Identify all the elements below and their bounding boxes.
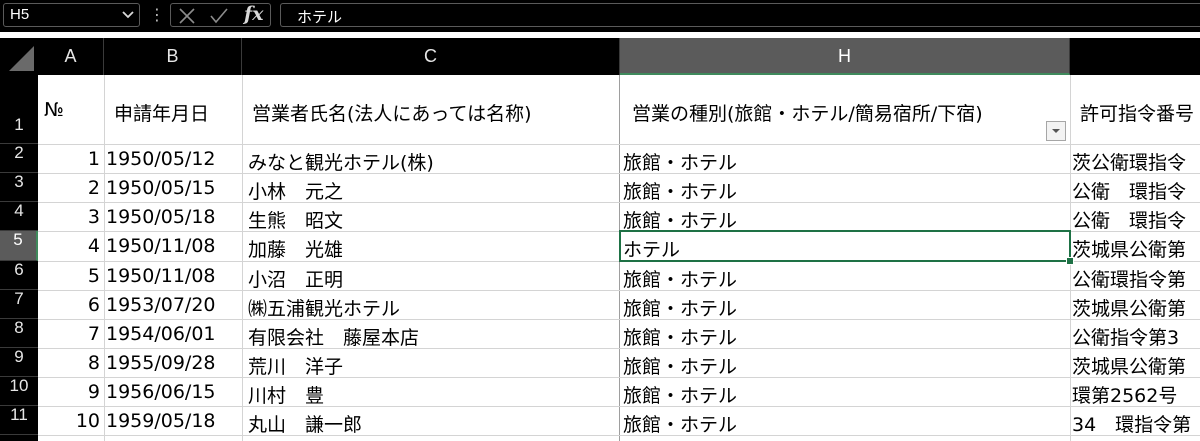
- cell-i2[interactable]: 茨公衛環指令: [1072, 148, 1200, 175]
- cell-b8[interactable]: 1954/06/01: [106, 323, 242, 345]
- row-header-6[interactable]: 6: [0, 261, 38, 290]
- row-header-4[interactable]: 4: [0, 202, 38, 231]
- cell-a3[interactable]: 2: [38, 177, 100, 199]
- name-box[interactable]: H5: [3, 3, 140, 27]
- cell-b9[interactable]: 1955/09/28: [106, 352, 242, 374]
- cell-a9[interactable]: 8: [38, 352, 100, 374]
- cell-b5[interactable]: 1950/11/08: [106, 235, 242, 257]
- cell-h2[interactable]: 旅館・ホテル: [623, 148, 1069, 175]
- cell-i4[interactable]: 公衛 環指令: [1072, 206, 1200, 233]
- cancel-icon[interactable]: [177, 7, 197, 25]
- cell-a10[interactable]: 9: [38, 381, 100, 403]
- insert-function-icon[interactable]: fx: [244, 3, 264, 25]
- cell-a2[interactable]: 1: [38, 148, 100, 170]
- cell-a7[interactable]: 6: [38, 294, 100, 316]
- cell-c4[interactable]: 生熊 昭文: [248, 206, 618, 233]
- cell-a8[interactable]: 7: [38, 323, 100, 345]
- cell-h1[interactable]: 営業の種別(旅館・ホテル/簡易宿所/下宿): [632, 99, 1068, 126]
- row-header-5[interactable]: 5: [0, 231, 38, 261]
- cell-i6[interactable]: 公衛環指令第: [1072, 265, 1200, 292]
- cell-c11[interactable]: 丸山 謙一郎: [248, 410, 618, 437]
- cell-b3[interactable]: 1950/05/15: [106, 177, 242, 199]
- row-header-9[interactable]: 9: [0, 348, 38, 377]
- cell-i5[interactable]: 茨城県公衛第: [1072, 235, 1200, 262]
- cell-b2[interactable]: 1950/05/12: [106, 148, 242, 170]
- column-header-a[interactable]: A: [38, 38, 104, 75]
- row-header-1[interactable]: 1: [0, 75, 38, 144]
- formula-input-value: ホテル: [297, 8, 343, 26]
- cell-h5[interactable]: ホテル: [623, 235, 1069, 262]
- cell-h10[interactable]: 旅館・ホテル: [623, 381, 1069, 408]
- cell-a5[interactable]: 4: [38, 235, 100, 257]
- formula-buttons: fx: [170, 3, 271, 27]
- cell-h8[interactable]: 旅館・ホテル: [623, 323, 1069, 350]
- cell-a4[interactable]: 3: [38, 206, 100, 228]
- cell-c5[interactable]: 加藤 光雄: [248, 235, 618, 262]
- cell-h6[interactable]: 旅館・ホテル: [623, 265, 1069, 292]
- cell-h9[interactable]: 旅館・ホテル: [623, 352, 1069, 379]
- cell-b6[interactable]: 1950/11/08: [106, 265, 242, 287]
- cell-b1[interactable]: 申請年月日: [114, 99, 240, 126]
- more-options-icon[interactable]: ⋮: [149, 6, 165, 24]
- cell-a1[interactable]: №: [44, 99, 102, 121]
- cell-i7[interactable]: 茨城県公衛第: [1072, 294, 1200, 321]
- row-header-3[interactable]: 3: [0, 173, 38, 202]
- cell-c9[interactable]: 荒川 洋子: [248, 352, 618, 379]
- select-all-button[interactable]: [0, 38, 38, 75]
- cell-c1[interactable]: 営業者氏名(法人にあっては名称): [252, 99, 617, 126]
- cell-a6[interactable]: 5: [38, 265, 100, 287]
- gridline: [104, 75, 105, 441]
- cell-i10[interactable]: 環第2562号: [1072, 381, 1200, 408]
- cell-h11[interactable]: 旅館・ホテル: [623, 410, 1069, 437]
- chevron-down-icon[interactable]: [121, 7, 135, 21]
- formula-bar: H5 ⋮ fx ホテル: [0, 0, 1200, 32]
- row-header-10[interactable]: 10: [0, 377, 38, 406]
- column-header-i[interactable]: [1070, 38, 1200, 75]
- column-header-c[interactable]: C: [242, 38, 620, 75]
- select-all-triangle-icon: [9, 46, 34, 71]
- cell-i8[interactable]: 公衛指令第3: [1072, 323, 1200, 350]
- row-header-2[interactable]: 2: [0, 144, 38, 173]
- cell-h3[interactable]: 旅館・ホテル: [623, 177, 1069, 204]
- cell-c8[interactable]: 有限会社 藤屋本店: [248, 323, 618, 350]
- row-header-7[interactable]: 7: [0, 290, 38, 319]
- cell-b10[interactable]: 1956/06/15: [106, 381, 242, 403]
- row-header-12[interactable]: [0, 435, 38, 441]
- cell-c10[interactable]: 川村 豊: [248, 381, 618, 408]
- gridline: [242, 75, 243, 441]
- column-header-b[interactable]: B: [104, 38, 242, 75]
- cell-c2[interactable]: みなと観光ホテル(株): [248, 148, 618, 175]
- cell-i9[interactable]: 茨城県公衛第: [1072, 352, 1200, 379]
- cell-c6[interactable]: 小沼 正明: [248, 265, 618, 292]
- cell-b11[interactable]: 1959/05/18: [106, 410, 242, 432]
- cell-i11[interactable]: 34 環指令第: [1072, 410, 1200, 437]
- cell-b4[interactable]: 1950/05/18: [106, 206, 242, 228]
- cell-i1[interactable]: 許可指令番号: [1080, 99, 1200, 126]
- filter-arrow-icon: [1052, 129, 1060, 133]
- row-header-8[interactable]: 8: [0, 319, 38, 348]
- cell-i3[interactable]: 公衛 環指令: [1072, 177, 1200, 204]
- row-header-11[interactable]: 11: [0, 406, 38, 435]
- column-headers: A B C H: [0, 38, 1200, 75]
- cell-c3[interactable]: 小林 元之: [248, 177, 618, 204]
- spreadsheet-grid: № 申請年月日 営業者氏名(法人にあっては名称) 営業の種別(旅館・ホテル/簡易…: [38, 75, 1200, 441]
- cell-h7[interactable]: 旅館・ホテル: [623, 294, 1069, 321]
- gridline: [38, 144, 1200, 145]
- check-icon[interactable]: [209, 7, 229, 25]
- filter-dropdown-button[interactable]: [1046, 121, 1066, 141]
- cell-h4[interactable]: 旅館・ホテル: [623, 206, 1069, 233]
- cell-c7[interactable]: ㈱五浦観光ホテル: [248, 294, 618, 321]
- cell-a11[interactable]: 10: [38, 410, 100, 432]
- name-box-value: H5: [10, 6, 30, 23]
- cell-b7[interactable]: 1953/07/20: [106, 294, 242, 316]
- formula-input[interactable]: ホテル: [280, 3, 1200, 27]
- column-header-h[interactable]: H: [620, 38, 1070, 75]
